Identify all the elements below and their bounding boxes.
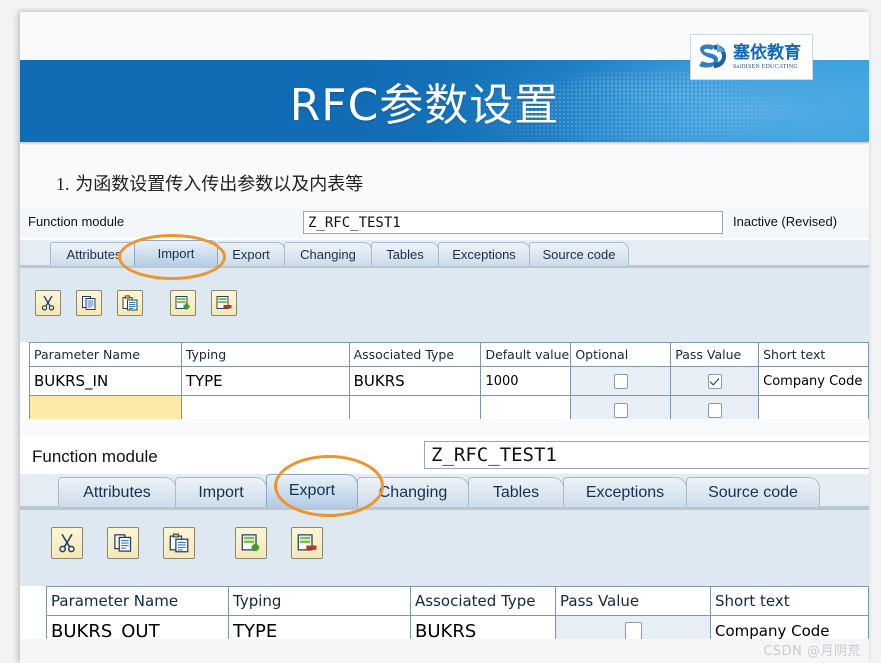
toolbar-1	[20, 268, 869, 342]
slide-sheet: RFC参数设置 塞依教育 SaiDISEN EDUCATING 1. 为函数设置…	[20, 12, 869, 663]
toolbar-2	[20, 510, 869, 586]
function-module-input-1[interactable]: Z_RFC_TEST1	[303, 211, 723, 234]
cell-typing[interactable]: TYPE	[181, 367, 350, 396]
table-row[interactable]: BUKRS_IN TYPE BUKRS 1000 Company Code	[30, 367, 869, 396]
function-module-label-2: Function module	[32, 447, 158, 466]
cell-default-value[interactable]	[481, 396, 572, 419]
copy-icon[interactable]	[76, 290, 102, 316]
tab-attributes-1[interactable]: Attributes	[50, 242, 138, 266]
cell-short-text[interactable]	[759, 396, 869, 419]
parameters-grid-import: Parameter Name Typing Associated Type De…	[29, 342, 869, 419]
grid-header-row-2: Parameter Name Typing Associated Type Pa…	[47, 587, 869, 616]
slide-subtitle: 1. 为函数设置传入传出参数以及内表等	[56, 170, 363, 196]
pass-value-checkbox[interactable]	[624, 622, 642, 640]
tab-import-2[interactable]: Import	[175, 477, 267, 507]
cell-optional-checkbox[interactable]	[571, 367, 672, 396]
tab-attributes-2[interactable]: Attributes	[58, 477, 176, 507]
delete-row-icon[interactable]	[291, 527, 323, 559]
tab-changing-2[interactable]: Changing	[357, 477, 469, 507]
sap-panel-import: Function module Z_RFC_TEST1 Inactive (Re…	[20, 208, 869, 419]
function-module-status-1: Inactive (Revised)	[733, 214, 838, 229]
col-parameter-name-2[interactable]: Parameter Name	[47, 587, 229, 616]
cut-icon[interactable]	[35, 290, 61, 316]
csdn-watermark: CSDN @月阴荒	[763, 644, 861, 659]
col-optional-1[interactable]: Optional	[571, 343, 672, 367]
function-module-label-1: Function module	[28, 214, 125, 229]
logo-chinese-name: 塞依教育	[733, 42, 801, 63]
screenshot-root: RFC参数设置 塞依教育 SaiDISEN EDUCATING 1. 为函数设置…	[0, 0, 881, 663]
cell-pass-value-checkbox[interactable]	[671, 367, 760, 396]
cut-icon[interactable]	[51, 527, 83, 559]
tabstrip-2: Attributes Import Export Changing Tables…	[20, 474, 869, 510]
col-typing-2[interactable]: Typing	[229, 587, 411, 616]
tab-tables-1[interactable]: Tables	[371, 242, 439, 266]
cell-short-text[interactable]: Company Code	[759, 367, 869, 396]
optional-checkbox[interactable]	[613, 373, 628, 389]
cell-pass-value-checkbox[interactable]	[671, 396, 760, 419]
subtitle-number: 1.	[56, 174, 70, 194]
col-typing-1[interactable]: Typing	[181, 343, 350, 367]
copy-icon[interactable]	[107, 527, 139, 559]
col-pass-value-1[interactable]: Pass Value	[671, 343, 760, 367]
tab-source-code-1[interactable]: Source code	[529, 242, 629, 266]
insert-row-icon[interactable]	[235, 527, 267, 559]
cell-associated-type[interactable]	[349, 396, 482, 419]
col-parameter-name-1[interactable]: Parameter Name	[30, 343, 182, 367]
col-associated-type-2[interactable]: Associated Type	[411, 587, 556, 616]
col-associated-type-1[interactable]: Associated Type	[349, 343, 482, 367]
logo-text-block: 塞依教育 SaiDISEN EDUCATING	[733, 42, 801, 70]
optional-checkbox[interactable]	[613, 402, 628, 418]
tab-tables-2[interactable]: Tables	[468, 477, 564, 507]
subtitle-text: 为函数设置传入传出参数以及内表等	[75, 174, 364, 195]
col-default-value-1[interactable]: Default value	[481, 343, 572, 367]
tab-export-2[interactable]: Export	[266, 474, 358, 507]
table-row[interactable]	[30, 396, 869, 419]
cell-default-value[interactable]: 1000	[481, 367, 572, 396]
function-module-input-2[interactable]: Z_RFC_TEST1	[424, 441, 869, 469]
delete-row-icon[interactable]	[211, 290, 237, 316]
tabstrip-1: Attributes Import Export Changing Tables…	[20, 240, 869, 268]
tab-import-1[interactable]: Import	[134, 240, 218, 266]
col-short-text-2[interactable]: Short text	[711, 587, 869, 616]
col-pass-value-2[interactable]: Pass Value	[556, 587, 711, 616]
tab-export-1[interactable]: Export	[217, 242, 285, 266]
logo-english-name: SaiDISEN EDUCATING	[733, 63, 798, 70]
tab-changing-1[interactable]: Changing	[284, 242, 372, 266]
pass-value-checkbox[interactable]	[707, 402, 722, 418]
cell-associated-type[interactable]: BUKRS	[349, 367, 482, 396]
tab-exceptions-2[interactable]: Exceptions	[563, 477, 687, 507]
grid-header-row-1: Parameter Name Typing Associated Type De…	[30, 343, 869, 367]
tab-exceptions-1[interactable]: Exceptions	[438, 242, 530, 266]
bottom-strip	[20, 639, 869, 663]
insert-row-icon[interactable]	[170, 290, 196, 316]
tab-source-code-2[interactable]: Source code	[686, 477, 820, 507]
pass-value-checkbox[interactable]	[707, 373, 722, 389]
col-short-text-1[interactable]: Short text	[759, 343, 869, 367]
brand-logo: 塞依教育 SaiDISEN EDUCATING	[690, 34, 813, 80]
cell-parameter-name[interactable]: BUKRS_IN	[30, 367, 182, 396]
cell-parameter-name[interactable]	[30, 396, 182, 419]
cell-optional-checkbox[interactable]	[571, 396, 672, 419]
sd-monogram-icon	[695, 40, 729, 74]
paste-icon[interactable]	[117, 290, 143, 316]
paste-icon[interactable]	[163, 527, 195, 559]
banner-shadow	[20, 142, 869, 145]
cell-typing[interactable]	[181, 396, 350, 419]
sap-panel-export: Function module Z_RFC_TEST1 Attributes I…	[20, 436, 869, 651]
